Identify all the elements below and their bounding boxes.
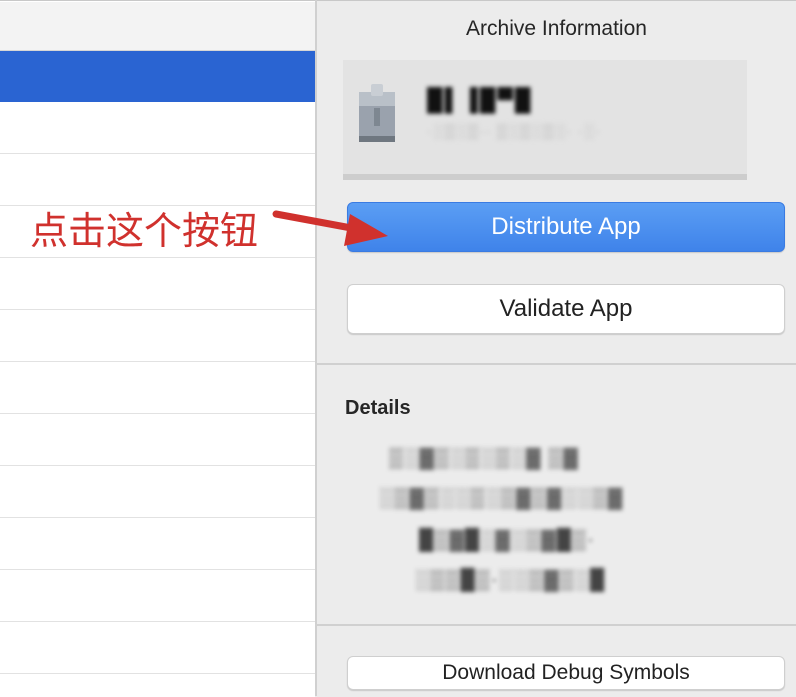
- archive-name: █▌▐█▀█: [427, 87, 533, 112]
- details-line: ▒░▓▒░▒░▒░▓ ▒▓: [389, 447, 579, 469]
- download-debug-symbols-button[interactable]: Download Debug Symbols: [347, 656, 785, 690]
- archive-list-row[interactable]: [0, 622, 315, 674]
- archive-list-row[interactable]: [0, 414, 315, 466]
- archive-list: [0, 0, 315, 697]
- inspector-title: Archive Information: [466, 17, 647, 40]
- archive-meta: ·░▒░▒·· ▒░▒░▒░· ·░·: [427, 123, 602, 140]
- archive-list-row[interactable]: [0, 310, 315, 362]
- archive-list-row[interactable]: [0, 258, 315, 310]
- details-line: █▒▓█░▓░▒▓█▒·: [419, 529, 595, 551]
- archive-inspector: Archive Information █▌▐█▀█ ·░▒░▒·· ▒░▒░▒…: [317, 0, 796, 697]
- archive-list-row[interactable]: [0, 362, 315, 414]
- archive-list-row-selected[interactable]: [0, 51, 315, 102]
- details-line: ░▒▒█▒·░░▒▓▒░█: [415, 569, 606, 591]
- section-divider: [317, 624, 796, 626]
- distribute-app-button[interactable]: Distribute App: [347, 202, 785, 252]
- archive-list-row[interactable]: [0, 466, 315, 518]
- archive-list-header: [0, 2, 315, 51]
- annotation-label: 点击这个按钮: [30, 209, 259, 253]
- archive-list-row[interactable]: [0, 518, 315, 570]
- annotation-arrow-icon: [272, 210, 388, 246]
- archive-list-row[interactable]: [0, 102, 315, 154]
- archive-list-row[interactable]: [0, 570, 315, 622]
- archive-icon: [359, 84, 395, 142]
- details-label: Details: [345, 397, 411, 419]
- validate-app-button[interactable]: Validate App: [347, 284, 785, 334]
- section-divider: [317, 363, 796, 365]
- archive-list-row[interactable]: [0, 154, 315, 206]
- archive-summary: [343, 60, 747, 180]
- details-line: ░▒▓▒░░▒░▒▓▒▓░░▒▓: [379, 487, 624, 509]
